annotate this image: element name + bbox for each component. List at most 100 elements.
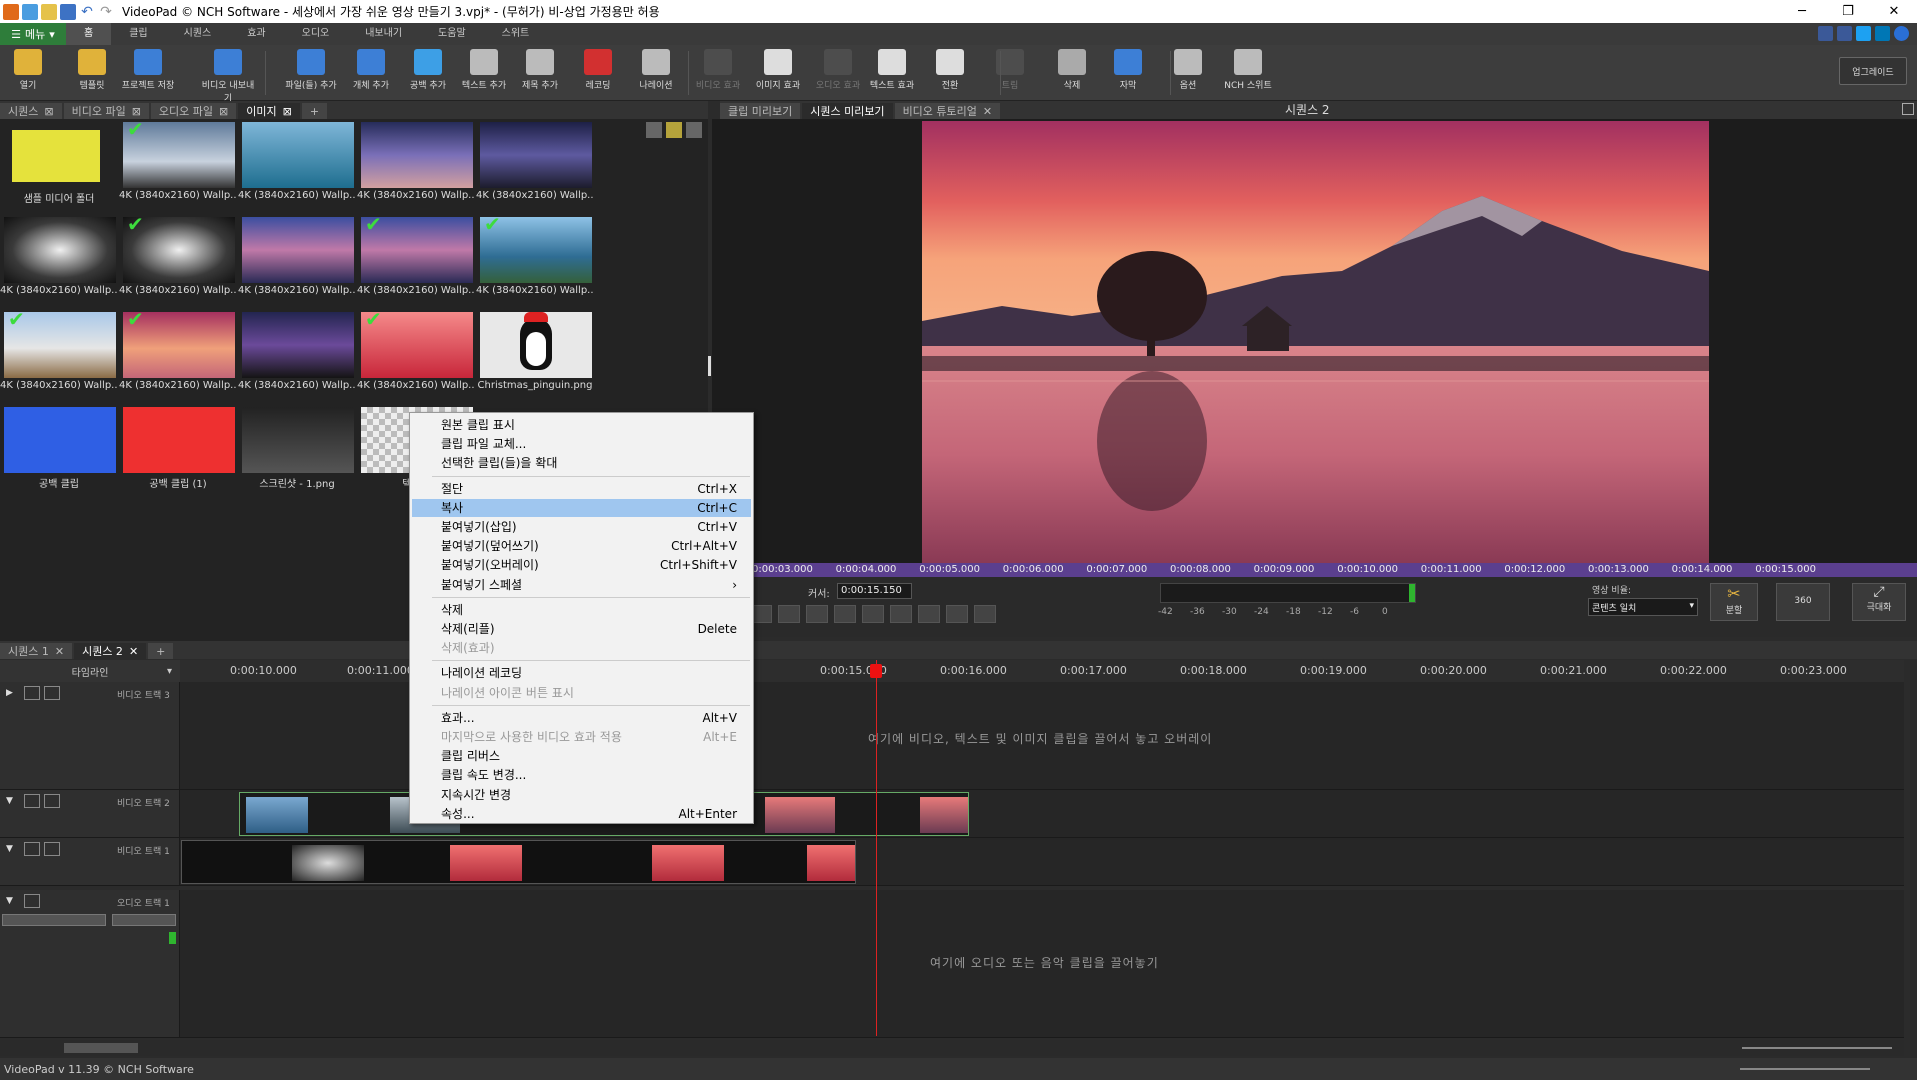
export-video-button[interactable]: 비디오 내보내기 xyxy=(200,49,256,104)
transition-button[interactable]: 전환 xyxy=(922,49,978,91)
eye-icon[interactable] xyxy=(24,842,40,856)
undock-icon[interactable] xyxy=(1902,103,1914,115)
step-forward-icon[interactable] xyxy=(890,605,912,623)
tab-sequence-2[interactable]: 시퀀스 2 ✕ xyxy=(74,643,147,659)
timeline-mode-dropdown[interactable]: 타임라인 ▾ xyxy=(0,660,180,682)
options-button[interactable]: 옵션 xyxy=(1160,49,1216,91)
prev-frame-icon[interactable] xyxy=(806,605,828,623)
tab-effects[interactable]: 효과 xyxy=(229,23,283,45)
help-icon[interactable] xyxy=(1894,26,1909,41)
record-button[interactable]: 레코딩 xyxy=(570,49,626,91)
maximize-button[interactable]: ❐ xyxy=(1825,0,1871,23)
menu-item[interactable]: 나레이션 레코딩 xyxy=(412,664,751,682)
menu-item[interactable]: 클립 속도 변경... xyxy=(412,766,751,784)
microphone-button[interactable]: 나레이션 xyxy=(628,49,684,91)
media-thumbnail[interactable] xyxy=(480,312,592,378)
template-button[interactable]: 템플릿 xyxy=(64,49,120,91)
split-button[interactable]: ✂ 분할 xyxy=(1710,583,1758,621)
skip-end-icon[interactable] xyxy=(918,605,940,623)
close-icon[interactable]: ⊠ xyxy=(219,105,228,118)
tab-clip-preview[interactable]: 클립 미리보기 xyxy=(720,103,801,119)
facebook-icon[interactable] xyxy=(1837,26,1852,41)
pan-slider[interactable] xyxy=(112,914,176,926)
eye-icon[interactable] xyxy=(24,794,40,808)
menu-item[interactable]: 지속시간 변경 xyxy=(412,786,751,804)
speaker-icon[interactable] xyxy=(24,894,40,908)
close-button[interactable]: ✕ xyxy=(1871,0,1917,23)
media-thumbnail[interactable] xyxy=(4,217,116,283)
menu-item[interactable]: 속성... Alt+Enter xyxy=(412,805,751,823)
menu-item[interactable]: 절단 Ctrl+X xyxy=(412,480,751,498)
add-object-button[interactable]: 개체 추가 xyxy=(343,49,399,91)
preview-ruler[interactable]: 2.0000:00:03.0000:00:04.0000:00:05.0000:… xyxy=(712,563,1917,577)
media-thumbnail[interactable] xyxy=(361,122,473,188)
new-icon[interactable] xyxy=(22,3,38,20)
subtitle-button[interactable]: 자막 xyxy=(1100,49,1156,91)
preview-frame[interactable] xyxy=(922,121,1709,563)
main-menu-button[interactable]: ☰ 메뉴 ▾ xyxy=(0,23,66,45)
add-tab-button[interactable]: + xyxy=(301,103,328,119)
menu-item[interactable]: 클립 파일 교체... xyxy=(412,435,751,453)
step-back-icon[interactable] xyxy=(834,605,856,623)
media-thumbnail[interactable] xyxy=(123,407,235,473)
playhead-line[interactable] xyxy=(876,660,877,1036)
trash-icon[interactable] xyxy=(646,122,662,138)
tab-video-tutorial[interactable]: 비디오 튜토리얼 ✕ xyxy=(894,103,1001,119)
close-icon[interactable]: ⊠ xyxy=(283,105,292,118)
tab-help[interactable]: 도움말 xyxy=(420,23,484,45)
trash-button[interactable]: 삭제 xyxy=(1044,49,1100,91)
eye-icon[interactable] xyxy=(24,686,40,700)
audio-fx-button[interactable]: 오디오 효과 xyxy=(810,49,866,91)
collapse-arrow-icon[interactable]: ▼ xyxy=(6,796,13,806)
fullscreen-button[interactable]: ⤢ 극대화 xyxy=(1852,583,1906,621)
settings-icon[interactable] xyxy=(44,794,60,808)
media-thumbnail[interactable] xyxy=(4,407,116,473)
scroll-thumb[interactable] xyxy=(64,1043,138,1053)
play-icon[interactable] xyxy=(862,605,884,623)
image-fx-button[interactable]: 이미지 효과 xyxy=(750,49,806,91)
media-thumbnail[interactable] xyxy=(480,122,592,188)
menu-item[interactable]: 삭제(리플) Delete xyxy=(412,620,751,638)
aspect-dropdown[interactable]: 콘텐츠 일치 ▾ xyxy=(1588,598,1698,616)
nch-suite-button[interactable]: NCH 스위트 xyxy=(1220,49,1276,91)
text-fx-button[interactable]: 텍스트 효과 xyxy=(864,49,920,91)
tab-home[interactable]: 홈 xyxy=(66,23,112,45)
tab-suite[interactable]: 스위트 xyxy=(484,23,548,45)
zoom-slider[interactable] xyxy=(1742,1047,1892,1049)
undo-icon[interactable]: ↶ xyxy=(79,4,95,20)
menu-item[interactable]: 클립 리버스 xyxy=(412,747,751,765)
save-icon[interactable] xyxy=(60,3,76,20)
menu-item[interactable]: 선택한 클립(들)을 확대 xyxy=(412,454,751,472)
speed-icon[interactable] xyxy=(946,605,968,623)
close-icon[interactable]: ⊠ xyxy=(132,105,141,118)
tab-sequences[interactable]: 시퀀스 ⊠ xyxy=(0,103,62,119)
close-icon[interactable]: ✕ xyxy=(129,645,138,658)
trim-button[interactable]: 트림 xyxy=(982,49,1038,91)
menu-item[interactable]: 붙여넣기(삽입) Ctrl+V xyxy=(412,518,751,536)
add-text-button[interactable]: 텍스트 추가 xyxy=(456,49,512,91)
settings-icon[interactable] xyxy=(44,686,60,700)
redo-icon[interactable]: ↷ xyxy=(98,4,114,20)
thumbs-up-icon[interactable] xyxy=(1818,26,1833,41)
tab-images[interactable]: 이미지 ⊠ xyxy=(238,103,300,119)
close-icon[interactable]: ⊠ xyxy=(44,105,53,118)
close-icon[interactable]: ✕ xyxy=(983,105,992,118)
vr360-button[interactable]: 360 xyxy=(1776,583,1830,621)
collapse-arrow-icon[interactable]: ▼ xyxy=(6,844,13,854)
chevron-down-icon[interactable] xyxy=(974,605,996,623)
save-button[interactable]: 프로젝트 저장 xyxy=(120,49,176,91)
menu-item[interactable]: 붙여넣기(덮어쓰기) Ctrl+Alt+V xyxy=(412,537,751,555)
cursor-time-field[interactable]: 0:00:15.150 xyxy=(837,583,912,599)
media-thumbnail[interactable] xyxy=(242,407,354,473)
tab-sequence[interactable]: 시퀀스 xyxy=(166,23,230,45)
menu-item[interactable]: 효과... Alt+V xyxy=(412,709,751,727)
menu-item[interactable]: 붙여넣기 스페셜 › xyxy=(412,576,751,594)
close-icon[interactable]: ✕ xyxy=(55,645,64,658)
tab-audio[interactable]: 오디오 xyxy=(284,23,348,45)
open-icon[interactable] xyxy=(41,3,57,20)
tab-export[interactable]: 내보내기 xyxy=(347,23,420,45)
menu-item[interactable]: 삭제 xyxy=(412,601,751,619)
folder-open-button[interactable]: 열기 xyxy=(0,49,56,91)
video-fx-button[interactable]: 비디오 효과 xyxy=(690,49,746,91)
tab-sequence-1[interactable]: 시퀀스 1 ✕ xyxy=(0,643,73,659)
